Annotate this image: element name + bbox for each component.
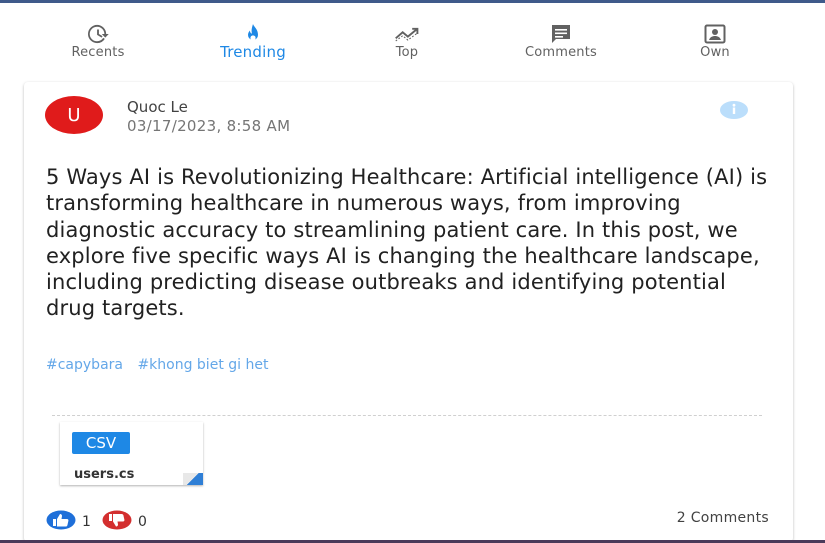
post-datetime: 03/17/2023, 8:58 AM	[127, 117, 291, 135]
tab-comments[interactable]: Comments	[506, 3, 616, 69]
comments-link[interactable]: 2 Comments	[677, 510, 769, 526]
history-icon	[85, 23, 111, 45]
post-body: 5 Ways AI is Revolutionizing Healthcare:…	[46, 165, 768, 321]
tab-label: Recents	[71, 45, 125, 60]
tab-label: Comments	[524, 45, 598, 60]
file-name: users.cs	[74, 467, 135, 482]
flame-icon	[240, 23, 266, 45]
tab-trending[interactable]: Trending	[198, 3, 308, 69]
tab-bar: Recents Trending Top Comments Own	[0, 3, 825, 73]
like-button[interactable]: 1	[46, 510, 91, 534]
comment-icon	[548, 23, 574, 45]
info-icon	[727, 101, 741, 120]
account-box-icon	[702, 23, 728, 45]
author-name[interactable]: Quoc Le	[127, 98, 188, 116]
tag-list: #capybara #khong biet gi het	[46, 357, 278, 373]
tab-label: Top	[395, 45, 419, 60]
file-type-badge: CSV	[72, 432, 130, 454]
trending-up-icon	[394, 23, 420, 45]
divider	[52, 415, 762, 416]
attachment-file[interactable]: CSV users.cs	[60, 422, 203, 485]
thumb-up-icon	[46, 510, 76, 534]
dislike-button[interactable]: 0	[102, 510, 147, 534]
thumb-down-icon	[102, 510, 132, 534]
tab-label: Own	[700, 45, 730, 60]
tag-link[interactable]: #capybara	[46, 357, 123, 373]
file-corner-fold	[183, 473, 203, 485]
info-button[interactable]	[720, 101, 748, 119]
tag-link[interactable]: #khong biet gi het	[137, 357, 268, 373]
dislike-count: 0	[138, 514, 147, 530]
tab-label: Trending	[220, 43, 286, 61]
tab-own[interactable]: Own	[660, 3, 770, 69]
post-footer: 1 0 2 Comments	[46, 510, 781, 532]
avatar[interactable]: U	[45, 96, 103, 134]
tab-top[interactable]: Top	[352, 3, 462, 69]
like-count: 1	[82, 514, 91, 530]
post-card: U Quoc Le 03/17/2023, 8:58 AM 5 Ways AI …	[24, 82, 793, 542]
tab-recents[interactable]: Recents	[43, 3, 153, 69]
